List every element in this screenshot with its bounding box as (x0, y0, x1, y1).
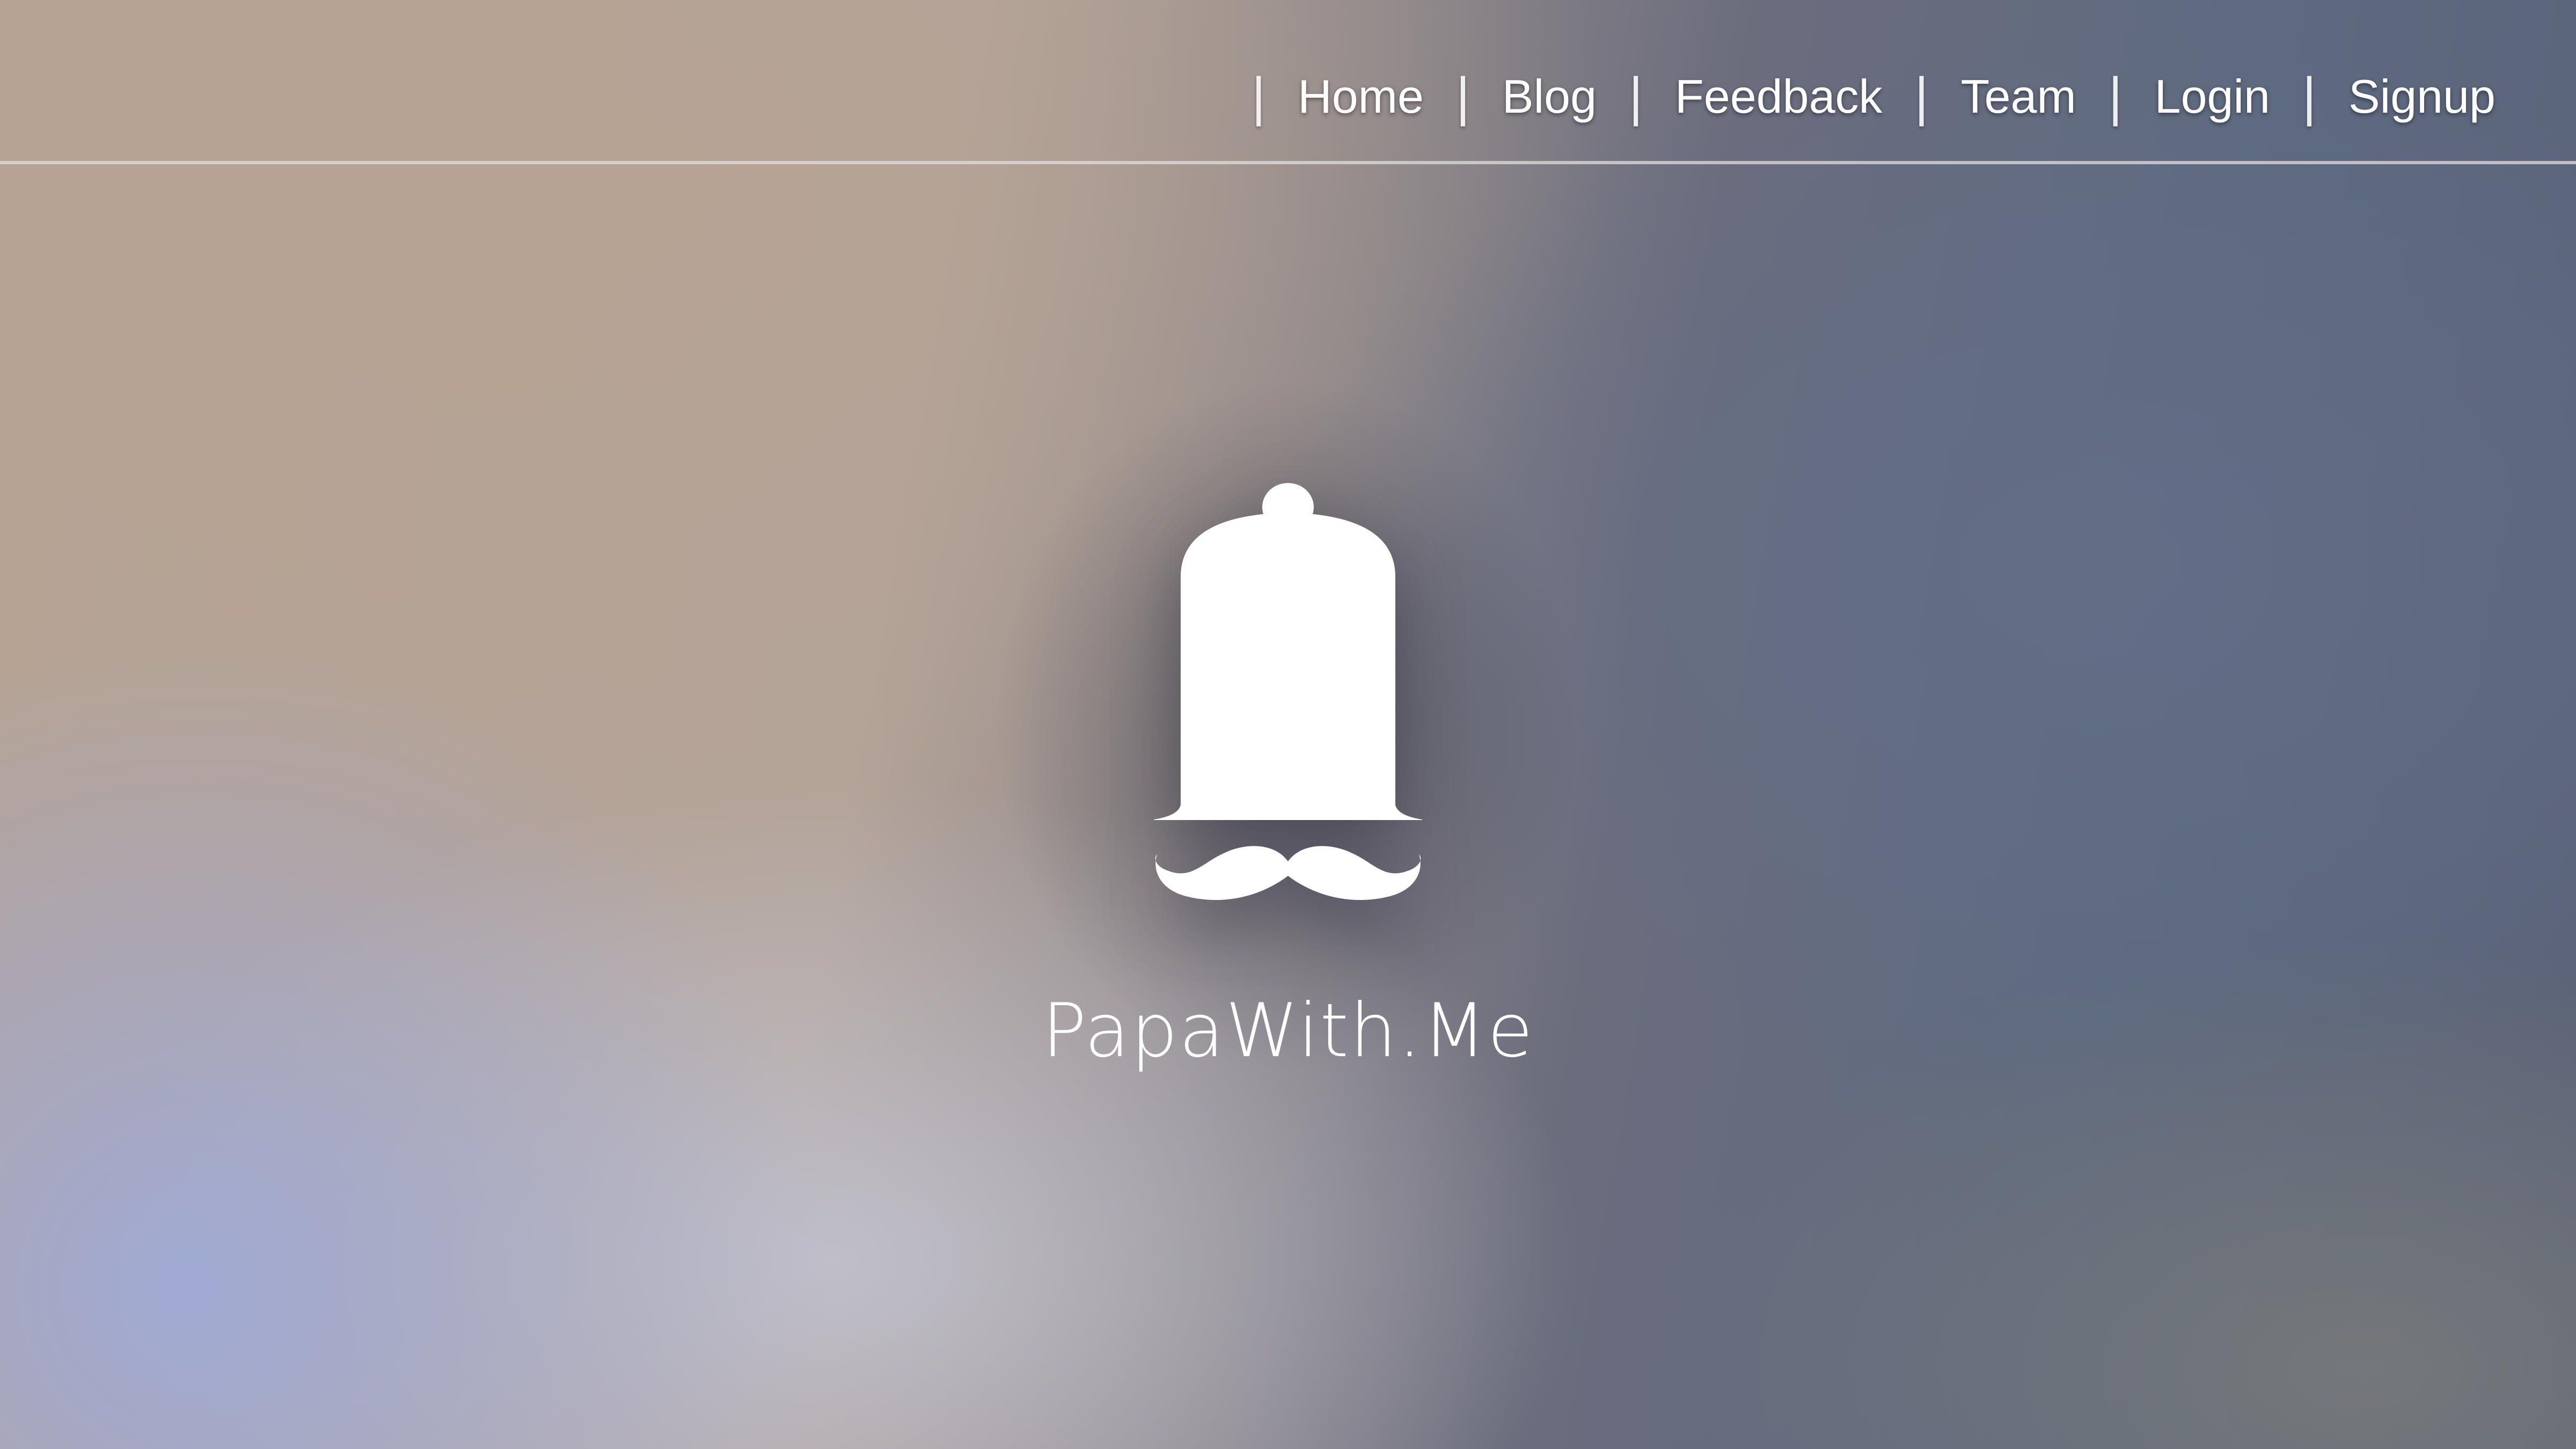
nav-link-team[interactable]: Team (1961, 73, 2076, 120)
nav-separator: | (1252, 67, 1266, 127)
nav-link-signup[interactable]: Signup (2348, 73, 2496, 120)
brand-name: PapaWith.Me (1042, 987, 1534, 1074)
nav-link-login[interactable]: Login (2155, 73, 2270, 120)
nav-separator: | (1629, 67, 1643, 127)
nav-separator: | (1455, 67, 1470, 127)
nav-link-feedback[interactable]: Feedback (1675, 73, 1882, 120)
nav-link-home[interactable]: Home (1298, 73, 1424, 120)
nav-separator: | (2302, 67, 2316, 127)
main-nav: | Home | Blog | Feedback | Team | Login … (1219, 59, 2496, 134)
top-navigation-bar: | Home | Blog | Feedback | Team | Login … (0, 0, 2576, 164)
nav-separator: | (1914, 67, 1929, 127)
nav-link-blog[interactable]: Blog (1502, 73, 1597, 120)
brand-logo (1127, 472, 1449, 977)
bell-mustache-icon (1154, 483, 1422, 901)
nav-separator: | (2108, 67, 2123, 127)
